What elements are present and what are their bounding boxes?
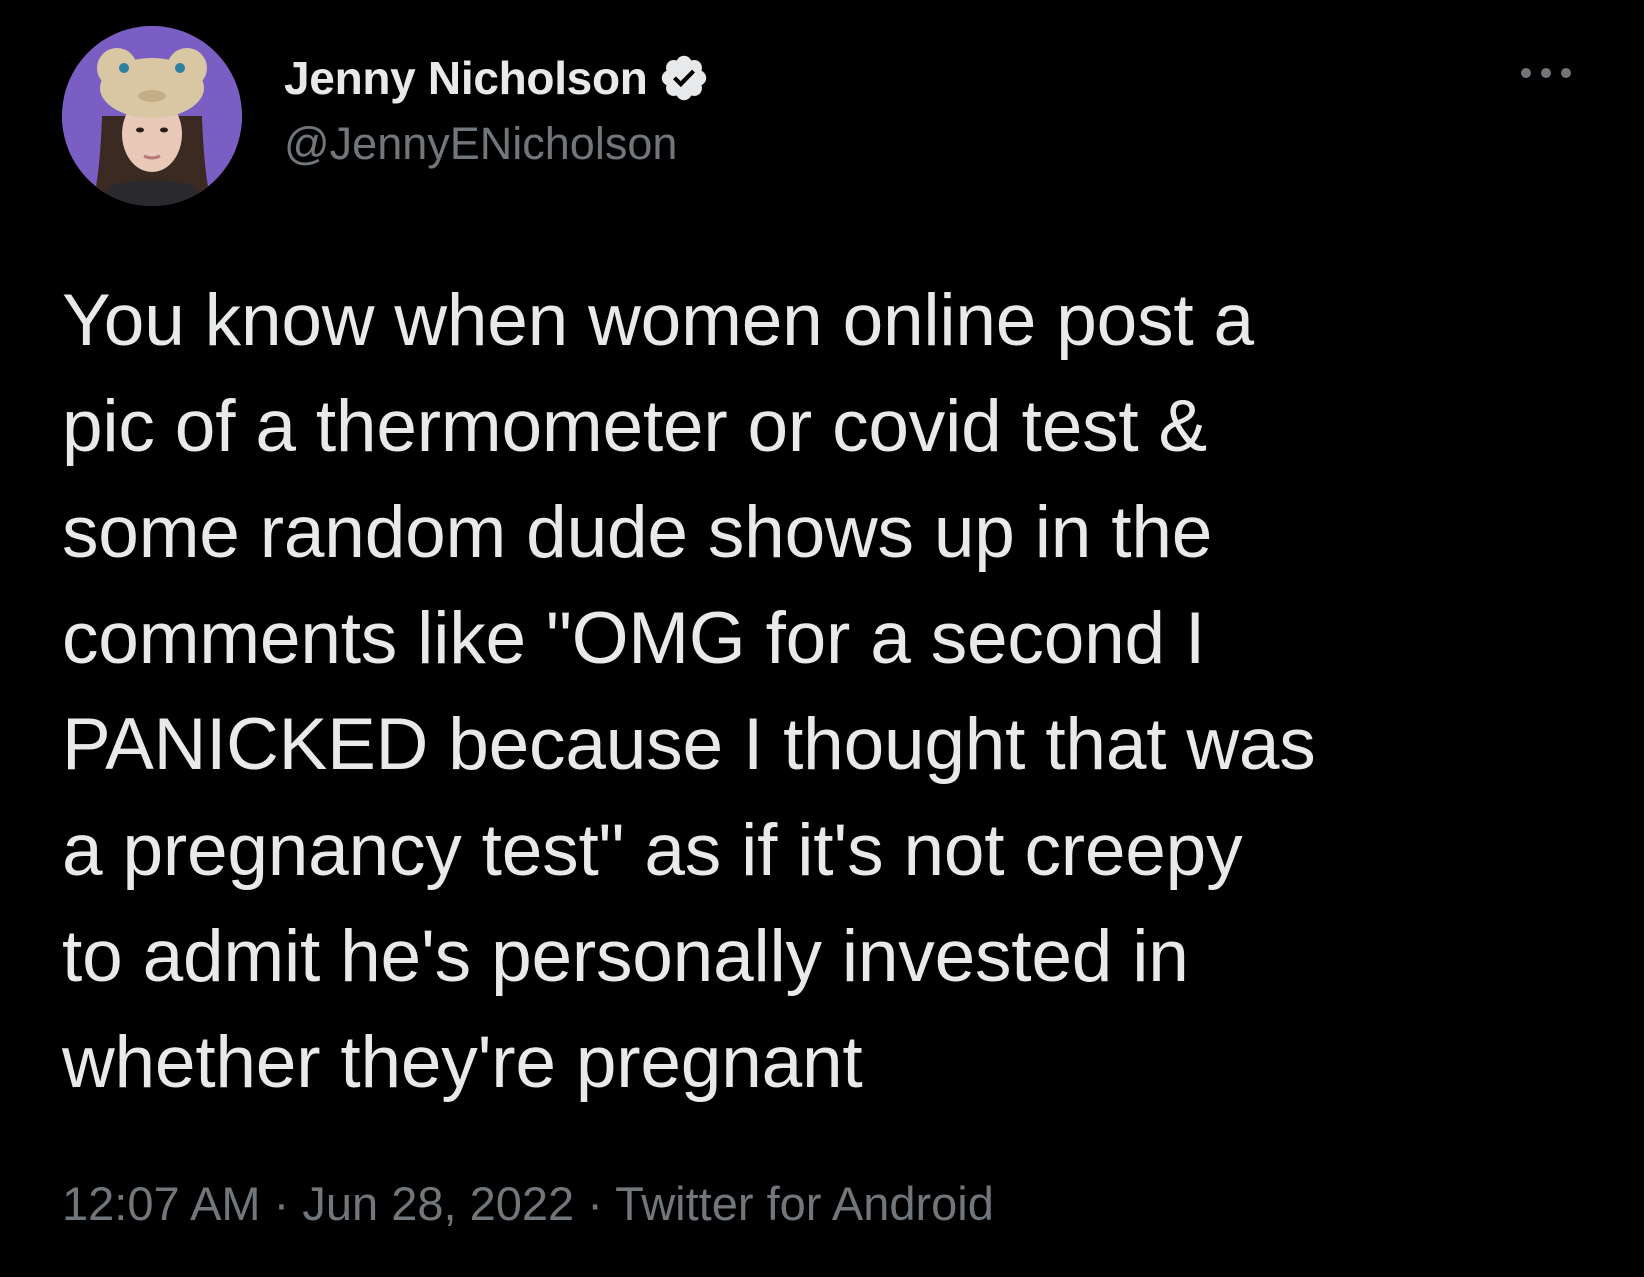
more-options-icon: [1521, 68, 1571, 78]
meta-separator: ·: [587, 1177, 603, 1230]
tweet-time[interactable]: 12:07 AM: [62, 1177, 261, 1230]
author-display-name[interactable]: Jenny Nicholson: [284, 51, 648, 105]
tweet-container: Jenny Nicholson @JennyENicholson You kno…: [0, 0, 1644, 1277]
tweet-text: You know when women online post a pic of…: [62, 280, 1316, 1103]
more-options-button[interactable]: [1512, 56, 1580, 90]
avatar-image: [62, 26, 242, 206]
name-row: Jenny Nicholson: [284, 48, 710, 108]
verified-badge-icon: [658, 52, 710, 104]
author-handle[interactable]: @JennyENicholson: [284, 118, 710, 170]
tweet-meta: 12:07 AM · Jun 28, 2022 · Twitter for An…: [62, 1176, 994, 1231]
author-avatar[interactable]: [62, 26, 242, 206]
author-identity: Jenny Nicholson @JennyENicholson: [284, 48, 710, 170]
meta-separator: ·: [273, 1177, 290, 1230]
tweet-date[interactable]: Jun 28, 2022: [302, 1177, 574, 1230]
tweet-source[interactable]: Twitter for Android: [615, 1177, 994, 1230]
